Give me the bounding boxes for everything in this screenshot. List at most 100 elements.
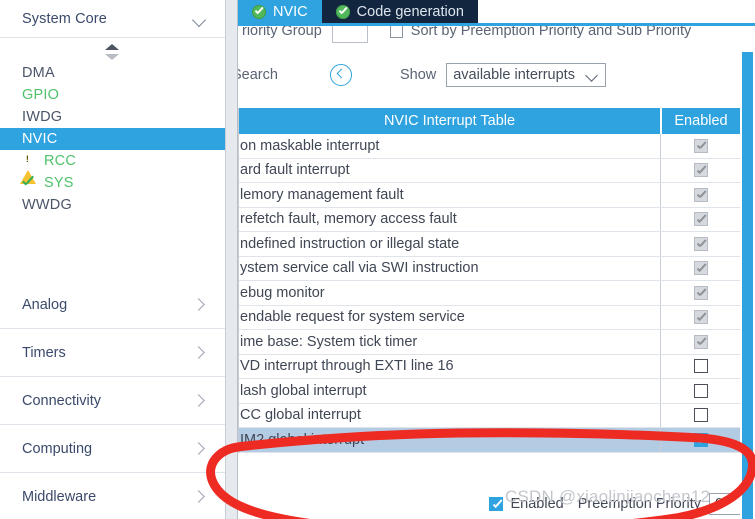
scroll-spinner-icon[interactable] <box>0 40 225 64</box>
screenshot-root: System Core DMA GPIO IWDG NVIC ! RCC SYS… <box>0 0 755 519</box>
sidebar-item-label: DMA <box>22 65 55 81</box>
sidebar-category-list: Analog Timers Connectivity Computing Mid… <box>0 281 225 519</box>
table-row[interactable]: endable request for system service <box>239 305 740 330</box>
enabled-checkbox[interactable] <box>693 138 708 153</box>
enabled-cell[interactable] <box>660 232 740 256</box>
show-label: Show <box>399 67 437 83</box>
panel-tab-bar: NVIC Code generation <box>238 0 755 23</box>
circle-left-chevron-icon[interactable] <box>329 64 352 86</box>
enabled-checkbox[interactable] <box>693 359 708 374</box>
chevron-down-icon <box>586 69 599 82</box>
sidebar-category-system-core[interactable]: System Core <box>0 0 225 38</box>
table-header-enabled: Enabled <box>660 108 740 134</box>
chevron-right-icon[interactable] <box>191 490 205 504</box>
enabled-cell[interactable] <box>660 158 740 182</box>
enabled-checkbox[interactable] <box>693 187 708 202</box>
enabled-checkbox[interactable] <box>693 334 708 349</box>
search-row: Search Show available interrupts <box>238 58 755 92</box>
panel-divider[interactable] <box>225 0 238 519</box>
priority-group-select[interactable] <box>331 26 368 43</box>
sidebar-category-label: Connectivity <box>22 392 101 409</box>
enabled-cell[interactable] <box>660 305 740 329</box>
enabled-cell[interactable] <box>660 281 740 305</box>
sidebar-item-gpio[interactable]: GPIO <box>0 84 225 106</box>
interrupt-name: IM2 global interrupt <box>240 431 365 448</box>
chevron-right-icon[interactable] <box>191 346 205 360</box>
table-row[interactable]: CC global interrupt <box>239 403 740 428</box>
chevron-right-icon[interactable] <box>191 298 205 312</box>
enabled-checkbox[interactable] <box>693 408 708 423</box>
scrollbar-thumb[interactable] <box>742 52 753 519</box>
table-row[interactable]: ard fault interrupt <box>239 158 740 183</box>
tab-code-generation[interactable]: Code generation <box>321 0 478 23</box>
sort-by-priority-label: Sort by Preemption Priority and Sub Prio… <box>410 26 692 39</box>
enabled-cell[interactable] <box>660 256 740 280</box>
priority-group-row: riority Group Sort by Preemption Priorit… <box>238 26 755 52</box>
table-row[interactable]: ystem service call via SWI instruction <box>239 256 740 281</box>
enabled-checkbox[interactable] <box>693 383 708 398</box>
spinner-down-arrow-icon[interactable] <box>104 54 119 60</box>
sidebar-item-label: WWDG <box>22 197 72 213</box>
enabled-checkbox[interactable] <box>693 285 708 300</box>
enabled-cell[interactable] <box>660 428 740 452</box>
enabled-checkbox[interactable] <box>693 310 708 325</box>
show-filter-select[interactable]: available interrupts <box>446 63 607 87</box>
sidebar-category-middleware[interactable]: Middleware <box>0 473 225 519</box>
interrupt-name: VD interrupt through EXTI line 16 <box>240 358 454 375</box>
tab-nvic[interactable]: NVIC <box>238 0 322 23</box>
enabled-cell[interactable] <box>660 330 740 354</box>
table-row-selected[interactable]: IM2 global interrupt <box>239 428 740 453</box>
spinner-up-arrow-icon[interactable] <box>104 44 119 50</box>
sidebar-category-timers[interactable]: Timers <box>0 329 225 377</box>
enabled-checkbox[interactable] <box>693 163 708 178</box>
chevron-down-icon[interactable] <box>193 12 207 26</box>
show-filter-value: available interrupts <box>453 67 575 83</box>
sidebar-item-iwdg[interactable]: IWDG <box>0 106 225 128</box>
table-row[interactable]: ime base: System tick timer <box>239 330 740 355</box>
search-label: Search <box>238 67 278 83</box>
green-check-circle-icon <box>252 4 266 19</box>
sidebar-item-sys[interactable]: SYS <box>0 172 225 194</box>
interrupt-name: ystem service call via SWI instruction <box>240 260 479 277</box>
sidebar-item-label: NVIC <box>22 131 58 147</box>
sidebar-category-connectivity[interactable]: Connectivity <box>0 377 225 425</box>
table-row[interactable]: lemory management fault <box>239 183 740 208</box>
table-row[interactable]: lash global interrupt <box>239 379 740 404</box>
enabled-checkbox[interactable] <box>693 236 708 251</box>
enabled-checkbox[interactable] <box>693 432 708 447</box>
chevron-right-icon[interactable] <box>191 394 205 408</box>
green-check-icon <box>20 175 36 191</box>
table-row[interactable]: ebug monitor <box>239 281 740 306</box>
peripheral-sidebar: System Core DMA GPIO IWDG NVIC ! RCC SYS… <box>0 0 225 519</box>
enabled-cell[interactable] <box>660 183 740 207</box>
sidebar-item-dma[interactable]: DMA <box>0 62 225 84</box>
enabled-checkbox[interactable] <box>693 261 708 276</box>
enabled-cell[interactable] <box>660 207 740 231</box>
sidebar-category-computing[interactable]: Computing <box>0 425 225 473</box>
sidebar-item-label: GPIO <box>22 87 60 103</box>
tab-label: Code generation <box>356 3 464 20</box>
enabled-cell[interactable] <box>660 403 740 427</box>
enabled-checkbox[interactable] <box>693 212 708 227</box>
vertical-scrollbar[interactable] <box>740 52 755 519</box>
sidebar-item-rcc[interactable]: RCC <box>0 150 225 184</box>
enabled-detail-checkbox[interactable] <box>489 497 504 511</box>
sidebar-category-label: Timers <box>22 344 66 361</box>
preemption-priority-label: Preemption Priority <box>577 496 701 512</box>
enabled-cell[interactable] <box>660 134 740 158</box>
sort-by-priority-checkbox[interactable] <box>389 26 403 38</box>
table-row[interactable]: refetch fault, memory access fault <box>239 207 740 232</box>
sidebar-item-wwdg[interactable]: WWDG <box>0 194 225 216</box>
chevron-right-icon[interactable] <box>191 442 205 456</box>
sidebar-item-nvic[interactable]: NVIC <box>0 128 225 150</box>
table-row[interactable]: ndefined instruction or illegal state <box>239 232 740 257</box>
enabled-cell[interactable] <box>660 379 740 403</box>
table-row[interactable]: on maskable interrupt <box>239 134 740 159</box>
interrupt-name: lash global interrupt <box>240 382 367 399</box>
sidebar-category-analog[interactable]: Analog <box>0 281 225 329</box>
interrupt-name: ime base: System tick timer <box>240 333 418 350</box>
table-row[interactable]: VD interrupt through EXTI line 16 <box>239 354 740 379</box>
enabled-cell[interactable] <box>660 354 740 378</box>
table-header-row: NVIC Interrupt Table Enabled <box>239 108 740 134</box>
interrupt-name: ard fault interrupt <box>240 162 350 179</box>
